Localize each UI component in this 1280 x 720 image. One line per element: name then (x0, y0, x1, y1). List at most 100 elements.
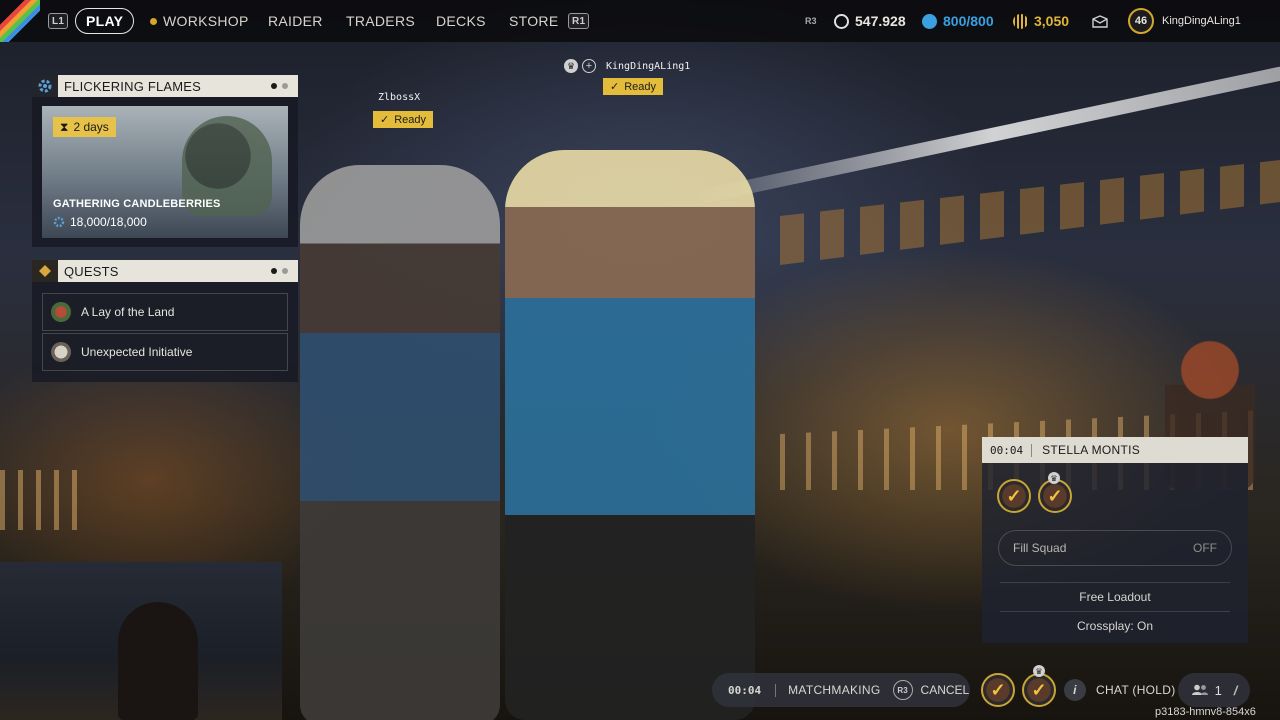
leader-row: ♛ + KingDingALing1 (564, 59, 690, 73)
squad-slot-leader[interactable]: ✓ (1038, 479, 1072, 513)
divider (1000, 611, 1230, 612)
tab-raider[interactable]: RAIDER (268, 0, 323, 42)
tab-store-label: STORE (509, 13, 559, 29)
party-count: 1 (1214, 682, 1222, 698)
tab-store[interactable]: STORE (509, 0, 558, 42)
cancel-button[interactable]: CANCEL (921, 683, 970, 697)
tab-traders-label: TRADERS (346, 13, 415, 29)
days-left-label: 2 days (73, 120, 109, 134)
add-friend-icon[interactable]: + (582, 59, 596, 73)
raider-character-zlbossx (300, 165, 500, 720)
party-slot-member[interactable]: ✓ (981, 673, 1015, 707)
chat-button[interactable]: i CHAT (HOLD) (1064, 679, 1176, 701)
event-objective: GATHERING CANDLEBERRIES (53, 198, 221, 210)
tab-play-wrap: PLAY (75, 0, 135, 42)
event-title: FLICKERING FLAMES (64, 78, 202, 94)
party-icon (1191, 684, 1208, 695)
coin-icon (834, 13, 849, 29)
r1-button-hint: R1 (568, 13, 590, 29)
webcam-overlay (0, 562, 282, 720)
tab-decks[interactable]: DECKS (436, 0, 486, 42)
event-pager (271, 83, 298, 89)
l1-button-hint: L1 (48, 13, 69, 29)
quests-pager (271, 268, 298, 274)
fill-squad-value: OFF (1193, 541, 1217, 555)
quest-item[interactable]: Unexpected Initiative (42, 333, 288, 371)
crossplay-option[interactable]: Crossplay: On (1000, 619, 1230, 633)
quests-panel-header[interactable]: QUESTS (32, 260, 298, 282)
event-progress-value: 18,000/18,000 (70, 215, 147, 229)
event-panel-header[interactable]: FLICKERING FLAMES (32, 75, 298, 97)
r3-hint: R3 (805, 0, 817, 42)
quest-item[interactable]: A Lay of the Land (42, 293, 288, 331)
fill-squad-label: Fill Squad (1013, 541, 1067, 555)
hourglass-icon: ⧗ (60, 119, 69, 134)
bunting-flags (780, 160, 1280, 265)
brand-stripe (0, 0, 40, 42)
coins-value: 547.928 (855, 13, 906, 29)
quest-diamond-icon (32, 260, 58, 282)
r3-button-hint: R3 (892, 680, 913, 700)
ready-label: Ready (394, 113, 427, 126)
more-icon: / (1233, 682, 1238, 698)
matchmaking-status: 00:04 MATCHMAKING R3 CANCEL (712, 673, 970, 707)
mail-button[interactable] (1092, 0, 1108, 42)
tab-play[interactable]: PLAY (75, 8, 135, 34)
tab-workshop[interactable]: WORKSHOP (150, 0, 249, 42)
tokens-value: 3,050 (1034, 13, 1070, 29)
mail-icon (1092, 14, 1108, 28)
notification-dot-icon (150, 17, 157, 25)
nav-r1: R1 (568, 0, 590, 42)
storage-value: 800/800 (943, 13, 994, 29)
quest-icon (51, 302, 71, 322)
player-level-badge: 46 (1128, 8, 1154, 34)
free-loadout-option[interactable]: Free Loadout (1000, 590, 1230, 604)
tab-workshop-label: WORKSHOP (163, 13, 249, 29)
crown-icon: ♛ (564, 59, 578, 73)
build-version: p3183-hmnv8-854x6 (1155, 706, 1256, 718)
coins-balance[interactable]: 547.928 (834, 0, 906, 42)
storage-balance[interactable]: 800/800 (922, 0, 994, 42)
gear-icon (53, 216, 65, 228)
nav-l1: L1 (48, 0, 69, 42)
quest-label: Unexpected Initiative (81, 345, 193, 359)
storage-icon (922, 13, 937, 29)
event-card[interactable]: ⧗ 2 days GATHERING CANDLEBERRIES 18,000/… (42, 106, 288, 238)
squad-timer: 00:04 (982, 443, 1033, 457)
fill-squad-toggle[interactable]: Fill Squad OFF (998, 530, 1232, 566)
quests-title: QUESTS (64, 263, 119, 279)
member-name-kingdingaling1: KingDingALing1 (606, 60, 691, 72)
divider (1000, 582, 1230, 583)
tokens-balance[interactable]: 3,050 (1013, 0, 1069, 42)
map-name: STELLA MONTIS (1042, 443, 1141, 457)
player-profile[interactable]: 46 KingDingALing1 (1128, 0, 1241, 42)
squad-panel-header: 00:04 STELLA MONTIS (982, 437, 1248, 463)
tab-raider-label: RAIDER (268, 13, 323, 29)
days-left-badge: ⧗ 2 days (53, 117, 116, 137)
squad-slot-member[interactable]: ✓ (997, 479, 1031, 513)
ready-label: Ready (624, 80, 657, 93)
raider-character-kingdingaling1 (505, 150, 755, 720)
quest-icon (51, 342, 71, 362)
party-slot-leader[interactable]: ✓ (1022, 673, 1056, 707)
chat-label: CHAT (HOLD) (1096, 683, 1176, 697)
matchmaking-timer: 00:04 (712, 683, 777, 697)
quest-label: A Lay of the Land (81, 305, 175, 319)
ready-badge: ✓ Ready (373, 111, 434, 128)
tab-traders[interactable]: TRADERS (346, 0, 415, 42)
crown-icon: ♛ (1048, 472, 1060, 484)
crown-icon: ♛ (1033, 665, 1045, 677)
ready-badge: ✓ Ready (603, 78, 664, 95)
candles-left (0, 470, 90, 530)
event-progress: 18,000/18,000 (53, 215, 147, 229)
info-icon: i (1064, 679, 1086, 701)
check-icon: ✓ (380, 114, 390, 126)
gear-icon (32, 75, 58, 97)
token-icon (1013, 13, 1028, 29)
party-button[interactable]: 1 / (1178, 673, 1250, 707)
matchmaking-label: MATCHMAKING (788, 683, 881, 697)
tab-decks-label: DECKS (436, 13, 486, 29)
r3-hint-label: R3 (805, 16, 817, 26)
member-name-zlbossx: ZlbossX (378, 92, 421, 103)
player-name: KingDingALing1 (1162, 15, 1241, 27)
